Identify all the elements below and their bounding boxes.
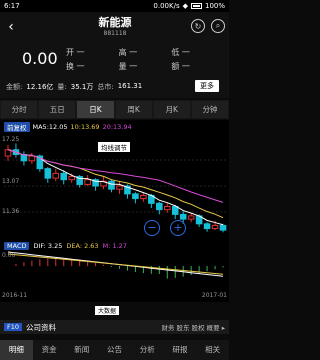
f10-badge: F10 (4, 323, 23, 331)
company-info-title: 公司资料 (26, 322, 57, 332)
candle-body (52, 172, 60, 179)
bottom-tabs: 明细 资金 新闻 公告 分析 研报 相关 (0, 340, 229, 360)
tab-weekly-k[interactable]: 周K (115, 101, 152, 118)
ma20-line (7, 149, 224, 203)
candle-body (187, 215, 195, 220)
turnover-row: 金额: 12.16亿 量: 35.1万 总市: 161.31 (6, 82, 142, 92)
tab-minute[interactable]: 分钟 (191, 101, 229, 118)
battery-icon (190, 3, 202, 9)
pan-tooltip: 均线调节 (98, 142, 130, 152)
tab-capital[interactable]: 资金 (33, 340, 66, 360)
tab-reports[interactable]: 研报 (164, 340, 197, 360)
candle-body (28, 155, 36, 162)
zoom-in-icon[interactable]: + (170, 220, 186, 236)
turnover-label: 金额: (6, 83, 23, 91)
macd-y-label: 0.00 (2, 252, 16, 259)
tab-analysis[interactable]: 分析 (131, 340, 164, 360)
network-speed: 0.00K/s (153, 2, 180, 10)
x-label-start: 2016-11 (2, 292, 28, 299)
candle-body (156, 202, 163, 211)
tab-five-day[interactable]: 五日 (39, 101, 76, 118)
volume-value: 35.1万 (70, 83, 94, 91)
candlestick-svg (4, 143, 227, 233)
quote-cell: 量 一 (118, 62, 138, 71)
f10-bar[interactable]: F10 公司资料 财务 股东 股权 概要 ▸ (0, 320, 229, 334)
status-bar: 6:17 0.00K/s ◆ 100% (0, 0, 229, 12)
header-actions: ↻ ⌕ (191, 19, 225, 33)
quote-cell: 低 一 (171, 48, 190, 57)
candle-body (203, 223, 211, 230)
tab-news[interactable]: 新闻 (65, 340, 98, 360)
y-label-top: 17.25 (2, 136, 20, 143)
page-title: 新能源 (98, 16, 132, 29)
quote-panel: 0.00 开 一 高 一 低 一 换 一 量 一 额 一 金额: 12.16亿 … (0, 42, 229, 98)
macd-panel[interactable]: MACD DIF: 3.25 DEA: 2.63 M: 1.27 0.00 20… (0, 240, 229, 315)
back-button[interactable]: ‹ (0, 12, 22, 42)
amount-value: 161.31 (117, 82, 143, 90)
y-label-bottom: 11.36 (2, 208, 20, 215)
stock-code: 881118 (103, 30, 127, 37)
current-price: 0.00 (22, 49, 58, 68)
zoom-out-icon[interactable]: − (144, 220, 160, 236)
status-right: 0.00K/s ◆ 100% (153, 2, 225, 10)
tab-intraday[interactable]: 分时 (1, 101, 38, 118)
search-icon[interactable]: ⌕ (211, 19, 225, 33)
candle-body (163, 205, 171, 211)
wifi-icon: ◆ (182, 2, 188, 10)
candle-body (140, 194, 147, 200)
more-button[interactable]: 更多 (195, 80, 219, 92)
status-time: 6:17 (4, 2, 20, 10)
quote-cell: 额 一 (171, 62, 190, 71)
turnover-value: 12.16亿 (26, 83, 54, 91)
candle-body (68, 176, 75, 181)
chevron-left-icon: ‹ (8, 19, 14, 35)
stock-title-group: 新能源 881118 (70, 14, 160, 37)
candle-body (44, 168, 52, 179)
top-bar: ‹ 新能源 881118 ↻ ⌕ (0, 12, 229, 42)
refresh-icon[interactable]: ↻ (191, 19, 205, 33)
quote-cell: 开 一 (66, 48, 85, 57)
k-chart[interactable]: 前复权 MA5:12.05 10:13.69 20:13.94 17.25 13… (0, 120, 229, 240)
tab-related[interactable]: 相关 (196, 340, 229, 360)
big-data-badge[interactable]: 大数据 (95, 306, 120, 315)
tab-announcements[interactable]: 公告 (98, 340, 131, 360)
amount-label: 总市: (97, 83, 114, 91)
candle-body (116, 185, 123, 190)
candle-body (60, 172, 68, 181)
volume-label: 量: (57, 83, 67, 91)
battery-percent: 100% (204, 2, 225, 10)
x-label-end: 2017-01 (201, 292, 227, 299)
y-label-mid: 13.07 (2, 178, 20, 185)
candle-body (84, 179, 91, 185)
tab-monthly-k[interactable]: 月K (153, 101, 190, 118)
period-tabs: 分时 五日 日K 周K 月K 分钟 (0, 100, 229, 119)
candle-body (108, 180, 115, 190)
candle-body (132, 193, 139, 200)
tab-details[interactable]: 明细 (0, 340, 33, 360)
quote-cell: 换 一 (66, 62, 85, 71)
quote-cell: 高 一 (118, 48, 138, 57)
tab-daily-k[interactable]: 日K (77, 101, 114, 118)
candle-body (211, 224, 219, 230)
candle-body (219, 224, 227, 231)
candle-body (171, 205, 179, 215)
company-info-links[interactable]: 财务 股东 股权 概要 ▸ (161, 322, 225, 332)
macd-svg (7, 251, 224, 279)
quote-grid: 开 一 高 一 低 一 换 一 量 一 额 一 (66, 47, 224, 72)
candle-body (179, 213, 187, 220)
